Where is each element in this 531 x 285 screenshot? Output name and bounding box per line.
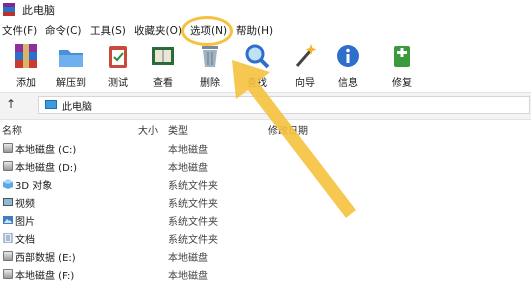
annotation-arrow	[232, 60, 356, 218]
